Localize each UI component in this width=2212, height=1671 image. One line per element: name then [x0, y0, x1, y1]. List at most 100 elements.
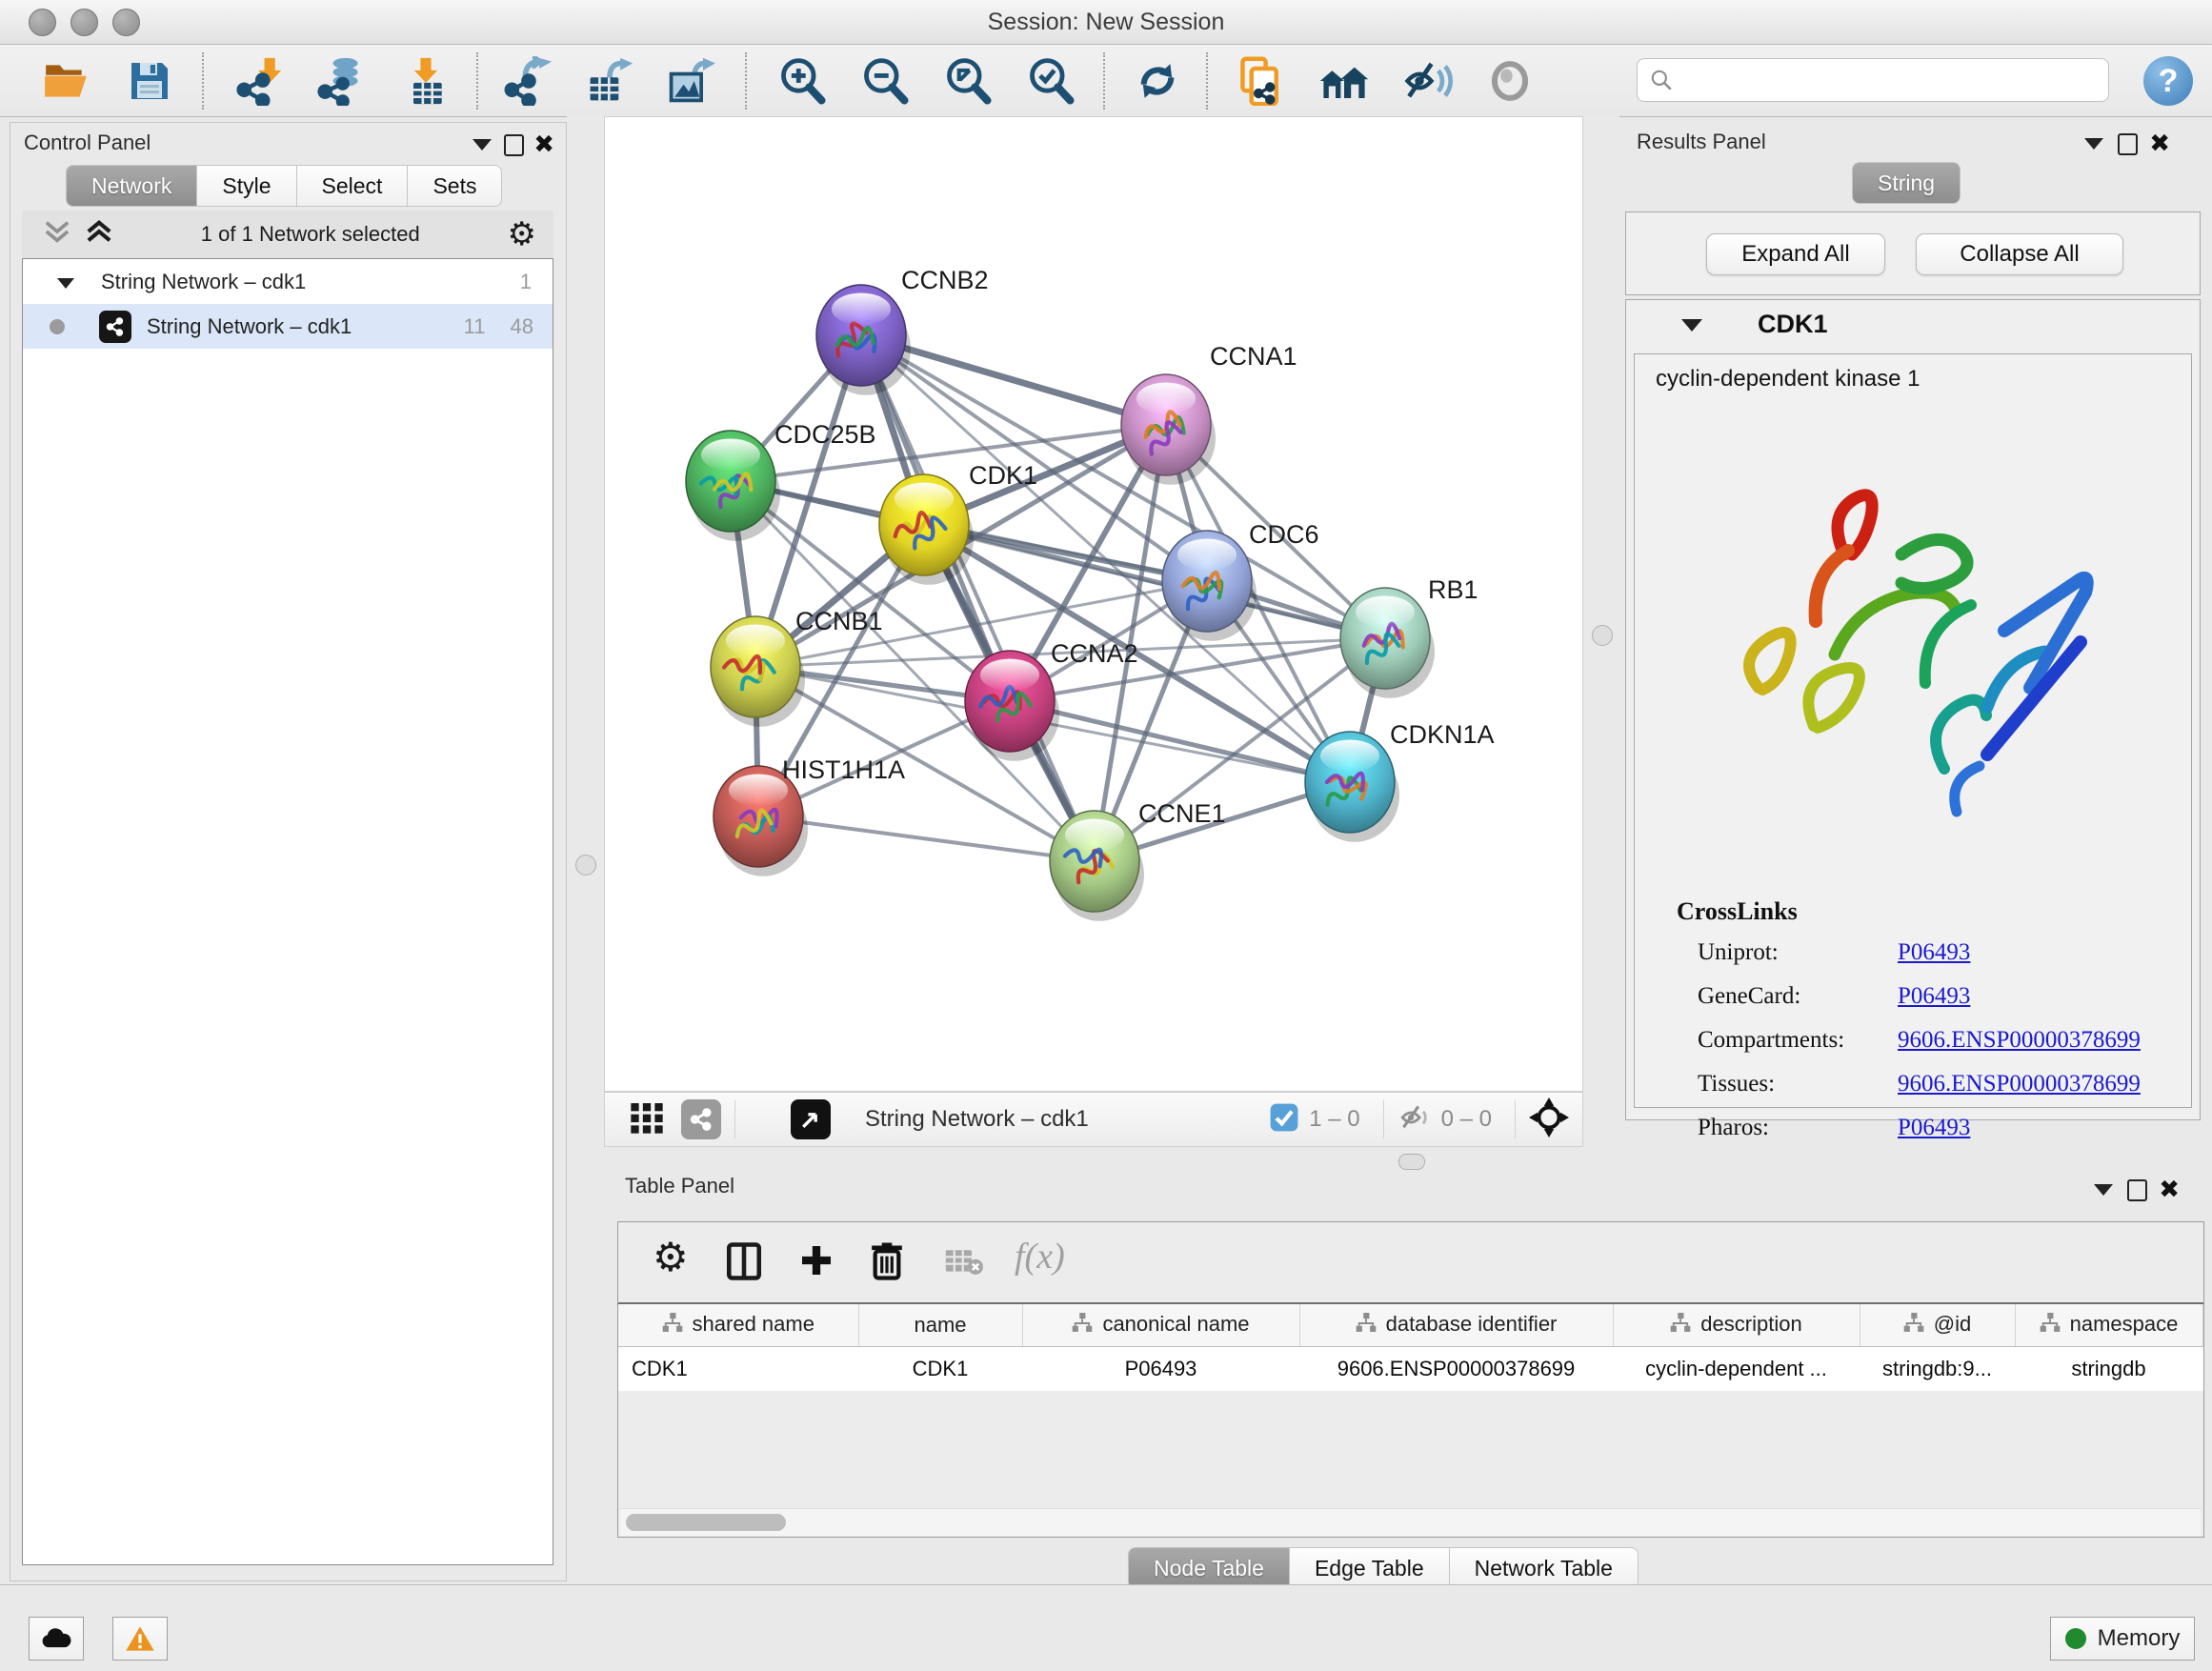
crosslink-link[interactable]: 9606.ENSP00000378699 — [1898, 1071, 2141, 1097]
network-canvas[interactable]: CCNB2CCNA1CDC25BCDK1CDC6RB1CCNB1CCNA2CDK… — [604, 116, 1583, 1092]
eye-icon[interactable] — [1484, 55, 1536, 107]
column-header-shared-name[interactable]: shared name — [618, 1303, 858, 1347]
control-panel-maximize-icon[interactable] — [504, 134, 524, 161]
import-table-file-icon[interactable] — [400, 55, 452, 107]
column-header--id[interactable]: @id — [1860, 1303, 2015, 1347]
control-panel-close-icon[interactable]: ✖ — [533, 134, 554, 157]
network-node-CCNA2[interactable] — [965, 651, 1059, 761]
column-header-canonical-name[interactable]: canonical name — [1022, 1303, 1299, 1347]
column-header-namespace[interactable]: namespace — [2015, 1303, 2202, 1347]
left-splitter-handle[interactable] — [575, 855, 596, 876]
network-node-CCNB2[interactable] — [816, 285, 911, 395]
crosslink-link[interactable]: P06493 — [1898, 939, 1970, 966]
tab-network[interactable]: Network — [66, 165, 197, 207]
warning-button[interactable] — [112, 1617, 168, 1661]
collapse-all-networks-icon[interactable] — [43, 219, 71, 250]
crosslink-link[interactable]: 9606.ENSP00000378699 — [1898, 1027, 2141, 1054]
scrollbar-thumb[interactable] — [626, 1514, 786, 1531]
share-icon[interactable] — [681, 1099, 721, 1139]
help-button[interactable]: ? — [2143, 56, 2193, 106]
table-cell[interactable]: stringdb:9... — [1860, 1347, 2015, 1392]
birds-eye-crosshair-icon[interactable] — [1529, 1097, 1569, 1142]
tab-edge-table[interactable]: Edge Table — [1290, 1547, 1450, 1589]
tab-node-table[interactable]: Node Table — [1128, 1547, 1290, 1589]
function-builder-icon[interactable]: f(x) — [1015, 1236, 1065, 1278]
selected-checkbox-icon[interactable] — [1269, 1102, 1299, 1137]
left-splitter[interactable] — [567, 116, 604, 1583]
collection-expand-icon[interactable] — [57, 270, 74, 294]
tab-string[interactable]: String — [1852, 162, 1961, 204]
export-network-icon[interactable] — [503, 55, 554, 107]
network-node-CDKN1A[interactable] — [1305, 732, 1399, 842]
open-session-icon[interactable] — [40, 55, 91, 107]
cloud-button[interactable] — [29, 1617, 84, 1661]
table-panel-float-icon[interactable] — [2094, 1183, 2113, 1200]
zoom-in-icon[interactable] — [776, 55, 828, 107]
network-row[interactable]: String Network – cdk1 11 48 — [23, 304, 553, 349]
crosslink-link[interactable]: P06493 — [1898, 983, 1970, 1010]
network-node-RB1[interactable] — [1340, 588, 1435, 698]
network-collection-row[interactable]: String Network – cdk1 1 — [23, 259, 553, 304]
table-row[interactable]: CDK1CDK1P064939606.ENSP00000378699cyclin… — [618, 1347, 2202, 1392]
import-network-file-icon[interactable] — [233, 55, 285, 107]
crosslink-link[interactable]: P06493 — [1898, 1115, 1970, 1141]
table-cell[interactable]: CDK1 — [618, 1347, 858, 1392]
delete-table-icon[interactable] — [944, 1247, 984, 1282]
table-panel-close-icon[interactable]: ✖ — [2159, 1179, 2180, 1202]
table-panel-maximize-icon[interactable] — [2127, 1179, 2147, 1206]
table-cell[interactable]: CDK1 — [858, 1347, 1022, 1392]
hidden-eye-slash-icon[interactable] — [1398, 1100, 1432, 1139]
tab-style[interactable]: Style — [197, 165, 296, 207]
horizontal-splitter-handle[interactable] — [1398, 1154, 1425, 1170]
table-options-gear-icon[interactable]: ⚙ — [653, 1238, 689, 1278]
network-options-gear-icon[interactable]: ⚙ — [508, 218, 536, 251]
external-link-icon[interactable] — [791, 1099, 831, 1139]
tab-select[interactable]: Select — [297, 165, 409, 207]
export-table-icon[interactable] — [584, 55, 635, 107]
table-horizontal-scrollbar[interactable] — [620, 1508, 2201, 1536]
column-header-name[interactable]: name — [858, 1303, 1022, 1347]
houses-icon[interactable] — [1318, 55, 1370, 107]
results-panel-float-icon[interactable] — [2084, 137, 2103, 154]
export-image-icon[interactable] — [665, 55, 716, 107]
zoom-fit-icon[interactable] — [942, 55, 994, 107]
table-cell[interactable]: stringdb — [2015, 1347, 2202, 1392]
network-node-CCNA1[interactable] — [1121, 374, 1216, 485]
gene-collapse-icon[interactable] — [1681, 319, 1702, 336]
network-edge[interactable] — [758, 816, 1095, 861]
tab-network-table[interactable]: Network Table — [1450, 1547, 1639, 1589]
table-cell[interactable]: P06493 — [1022, 1347, 1299, 1392]
apply-layout-icon[interactable] — [1132, 55, 1183, 107]
network-node-CDK1[interactable] — [879, 474, 974, 585]
network-node-CDC25B[interactable] — [686, 431, 780, 541]
right-splitter[interactable] — [1583, 116, 1619, 1149]
search-field[interactable] — [1637, 58, 2109, 102]
table-panel-title: Table Panel — [625, 1174, 734, 1198]
right-splitter-handle[interactable] — [1592, 625, 1613, 646]
table-cell[interactable]: 9606.ENSP00000378699 — [1299, 1347, 1613, 1392]
tab-sets[interactable]: Sets — [408, 165, 502, 207]
column-header-database-identifier[interactable]: database identifier — [1299, 1303, 1613, 1347]
column-header-description[interactable]: description — [1613, 1303, 1860, 1347]
results-panel-close-icon[interactable]: ✖ — [2149, 133, 2170, 156]
create-column-icon[interactable] — [797, 1241, 835, 1284]
zoom-selected-icon[interactable] — [1025, 55, 1076, 107]
show-columns-icon[interactable] — [725, 1241, 763, 1286]
results-panel-maximize-icon[interactable] — [2118, 133, 2138, 160]
table-cell[interactable]: cyclin-dependent ... — [1613, 1347, 1860, 1392]
network-node-CCNE1[interactable] — [1050, 811, 1144, 921]
save-session-icon[interactable] — [124, 55, 175, 107]
node-table[interactable]: shared namenamecanonical namedatabase id… — [618, 1302, 2203, 1391]
search-input[interactable] — [1674, 67, 2078, 93]
import-network-database-icon[interactable] — [314, 55, 366, 107]
grid-icon[interactable] — [628, 1098, 666, 1141]
zoom-out-icon[interactable] — [859, 55, 911, 107]
expand-all-networks-icon[interactable] — [85, 219, 113, 250]
delete-column-icon[interactable] — [868, 1239, 906, 1286]
expand-all-button[interactable]: Expand All — [1706, 233, 1885, 275]
eye-slash-icon[interactable] — [1402, 55, 1454, 107]
memory-button[interactable]: Memory — [2050, 1617, 2195, 1661]
collapse-all-button[interactable]: Collapse All — [1916, 233, 2123, 275]
new-network-from-selection-icon[interactable] — [1235, 55, 1286, 107]
control-panel-float-icon[interactable] — [473, 138, 492, 155]
